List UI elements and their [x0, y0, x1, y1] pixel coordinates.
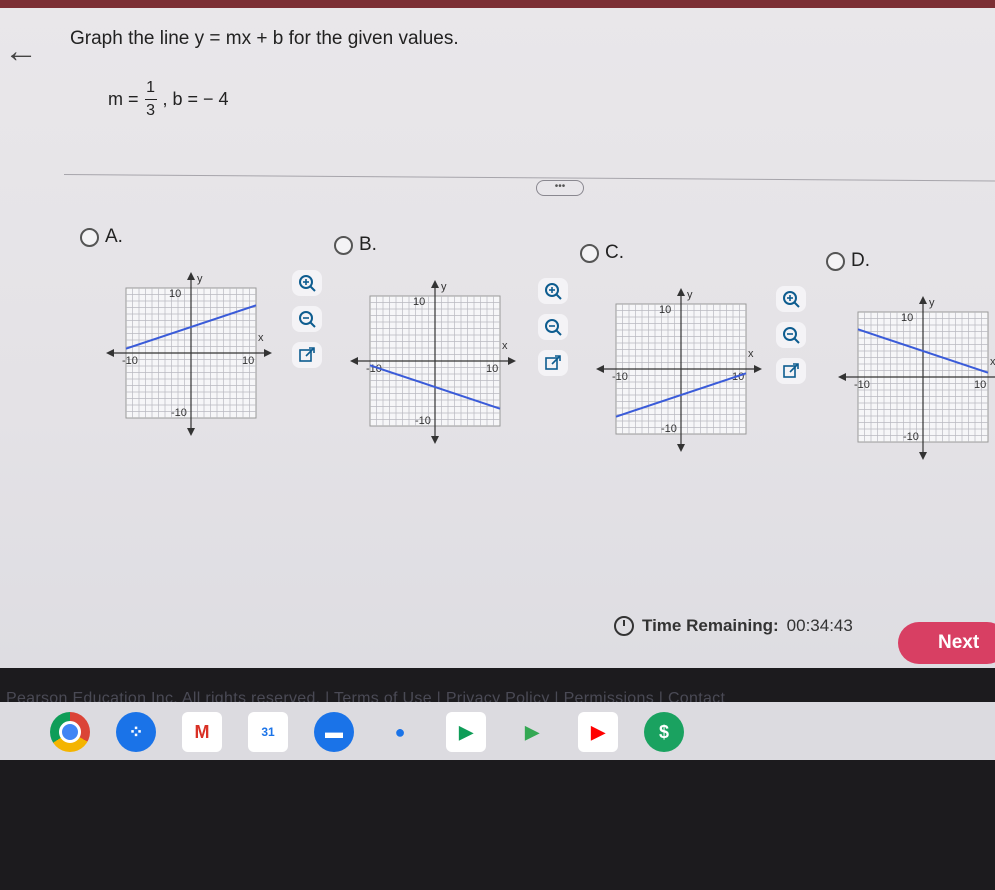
tick-label-y-pos: 10 — [169, 288, 181, 300]
y-axis-label: y — [687, 289, 693, 301]
tick-label-y-neg: -10 — [661, 423, 677, 435]
clock-icon — [614, 616, 634, 636]
option-c-radio[interactable] — [580, 243, 599, 263]
option-b-radio[interactable] — [334, 235, 353, 255]
tick-label-x-neg: -10 — [612, 371, 628, 383]
time-remaining: Time Remaining: 00:34:43 — [614, 616, 853, 636]
tick-label-x-neg: -10 — [854, 379, 870, 391]
expand-icon[interactable] — [292, 342, 322, 368]
meet-icon[interactable]: ▶ — [446, 712, 486, 752]
slope-numerator: 1 — [146, 79, 155, 96]
tick-label-y-pos: 10 — [659, 304, 671, 316]
screen-bezel — [0, 760, 995, 890]
zoom-out-icon[interactable] — [776, 322, 806, 348]
tick-label-y-neg: -10 — [171, 407, 187, 419]
x-axis-label: x — [990, 356, 995, 368]
y-axis-arrow-up — [187, 272, 195, 280]
option-c-label: C. — [605, 242, 624, 263]
option-b[interactable]: B. — [334, 234, 377, 256]
option-d[interactable]: D. — [826, 250, 870, 272]
divider — [63, 174, 995, 182]
timer-value: 00:34:43 — [786, 616, 853, 635]
x-axis-arrow-right — [264, 349, 272, 357]
y-axis-arrow-down — [677, 444, 685, 452]
question-screen: ← Graph the line y = mx + b for the give… — [0, 8, 995, 707]
graph-a: y x 10 -10 -10 10 — [106, 272, 272, 436]
next-button[interactable]: Next — [898, 622, 995, 664]
option-d-radio[interactable] — [826, 251, 845, 271]
os-shelf: ⁘ M 31 ▬ ● ▶ ▶ ▶ $ — [0, 702, 995, 762]
tick-label-x-pos: 10 — [974, 379, 986, 391]
calendar-icon[interactable]: 31 — [248, 712, 288, 752]
timer-label: Time Remaining: — [642, 616, 779, 635]
y-axis-arrow-up — [919, 296, 927, 304]
y-axis-label: y — [441, 281, 447, 293]
launcher-icon[interactable]: ⁘ — [116, 712, 156, 752]
tick-label-x-neg: -10 — [122, 355, 138, 367]
zoom-in-icon[interactable] — [776, 286, 806, 312]
x-axis-arrow-right — [754, 365, 762, 373]
files-icon[interactable]: ▬ — [314, 712, 354, 752]
expand-icon[interactable] — [538, 350, 568, 376]
graph-a-tools — [292, 270, 322, 368]
b-value: , b = − 4 — [162, 89, 229, 109]
back-arrow-icon[interactable]: ← — [4, 34, 38, 68]
question-text: Graph the line y = mx + b for the given … — [70, 28, 459, 49]
tick-label-y-pos: 10 — [413, 296, 425, 308]
slope-denominator: 3 — [146, 102, 155, 119]
y-axis-label: y — [197, 273, 203, 285]
option-c[interactable]: C. — [580, 242, 624, 264]
y-axis-arrow-up — [677, 288, 685, 296]
x-axis-arrow-left — [106, 349, 114, 357]
tick-label-y-pos: 10 — [901, 312, 913, 324]
y-axis-arrow-up — [431, 280, 439, 288]
tick-label-x-pos: 10 — [242, 355, 254, 367]
zoom-out-icon[interactable] — [292, 306, 322, 332]
x-axis-label: x — [748, 348, 754, 360]
y-axis-arrow-down — [187, 428, 195, 436]
gmail-icon[interactable]: M — [182, 712, 222, 752]
option-a-label: A. — [105, 226, 123, 247]
graph-b-tools — [538, 278, 568, 376]
x-axis-label: x — [258, 332, 264, 344]
x-axis-arrow-right — [508, 357, 516, 365]
tick-label-x-pos: 10 — [486, 363, 498, 375]
tick-label-y-neg: -10 — [903, 431, 919, 443]
more-options-button[interactable]: ••• — [536, 180, 584, 196]
chat-icon[interactable]: ● — [380, 712, 420, 752]
y-axis-arrow-down — [431, 436, 439, 444]
option-d-label: D. — [851, 250, 870, 271]
x-axis-arrow-left — [596, 365, 604, 373]
tick-label-y-neg: -10 — [415, 415, 431, 427]
y-axis-label: y — [929, 297, 935, 309]
zoom-in-icon[interactable] — [538, 278, 568, 304]
y-axis-arrow-down — [919, 452, 927, 460]
m-label: m = — [108, 89, 139, 109]
graph-c-tools — [776, 286, 806, 384]
graph-d: y x 10 -10 -10 10 — [838, 296, 995, 460]
play-store-icon[interactable]: ▶ — [512, 712, 552, 752]
zoom-in-icon[interactable] — [292, 270, 322, 296]
x-axis-label: x — [502, 340, 508, 352]
graph-b: yx10-10-10 10 — [350, 280, 516, 444]
cash-icon[interactable]: $ — [644, 712, 684, 752]
option-a-radio[interactable] — [80, 227, 99, 247]
x-axis-arrow-left — [838, 373, 846, 381]
option-b-label: B. — [359, 234, 377, 255]
expand-icon[interactable] — [776, 358, 806, 384]
option-a[interactable]: A. — [80, 226, 123, 248]
x-axis-arrow-left — [350, 357, 358, 365]
graph-c: yx10-10-1010 — [596, 288, 762, 452]
youtube-icon[interactable]: ▶ — [578, 712, 618, 752]
given-values: m = 1 3 , b = − 4 — [108, 80, 229, 119]
slope-fraction: 1 3 — [144, 79, 157, 119]
chrome-icon[interactable] — [50, 712, 90, 752]
zoom-out-icon[interactable] — [538, 314, 568, 340]
